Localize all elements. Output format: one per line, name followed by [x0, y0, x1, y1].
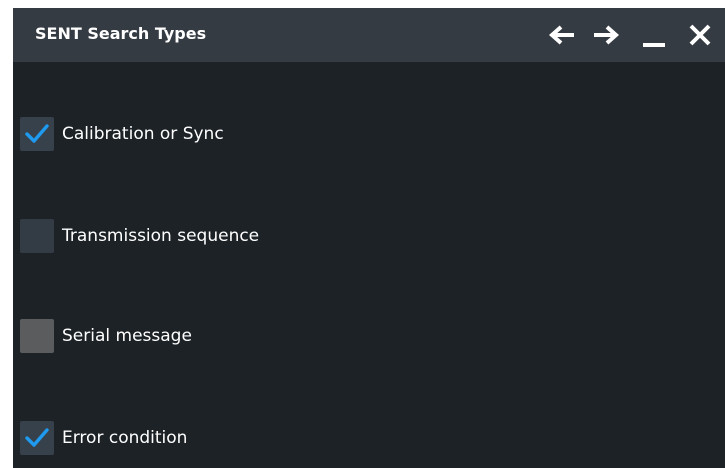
sent-search-types-dialog: SENT Search Types Calibration or Sync Tr… [13, 8, 725, 468]
option-label: Serial message [62, 326, 192, 346]
checkmark-icon [25, 124, 49, 143]
minimize-icon [643, 43, 665, 47]
option-label: Calibration or Sync [62, 124, 224, 144]
checkbox-disabled[interactable] [20, 319, 54, 353]
checkbox-checked[interactable] [20, 421, 54, 455]
option-label: Transmission sequence [62, 226, 260, 246]
arrow-left-icon [548, 25, 574, 45]
checkbox-checked[interactable] [20, 117, 54, 151]
minimize-button[interactable] [640, 20, 670, 50]
checkmark-icon [25, 428, 49, 447]
forward-button[interactable] [591, 20, 621, 50]
checkbox-unchecked[interactable] [20, 219, 54, 253]
dialog-title: SENT Search Types [35, 24, 207, 43]
dialog-titlebar: SENT Search Types [13, 8, 725, 62]
close-icon [689, 24, 711, 46]
option-label: Error condition [62, 428, 188, 448]
back-button[interactable] [547, 20, 577, 50]
close-button[interactable] [685, 20, 715, 50]
arrow-right-icon [594, 25, 620, 45]
